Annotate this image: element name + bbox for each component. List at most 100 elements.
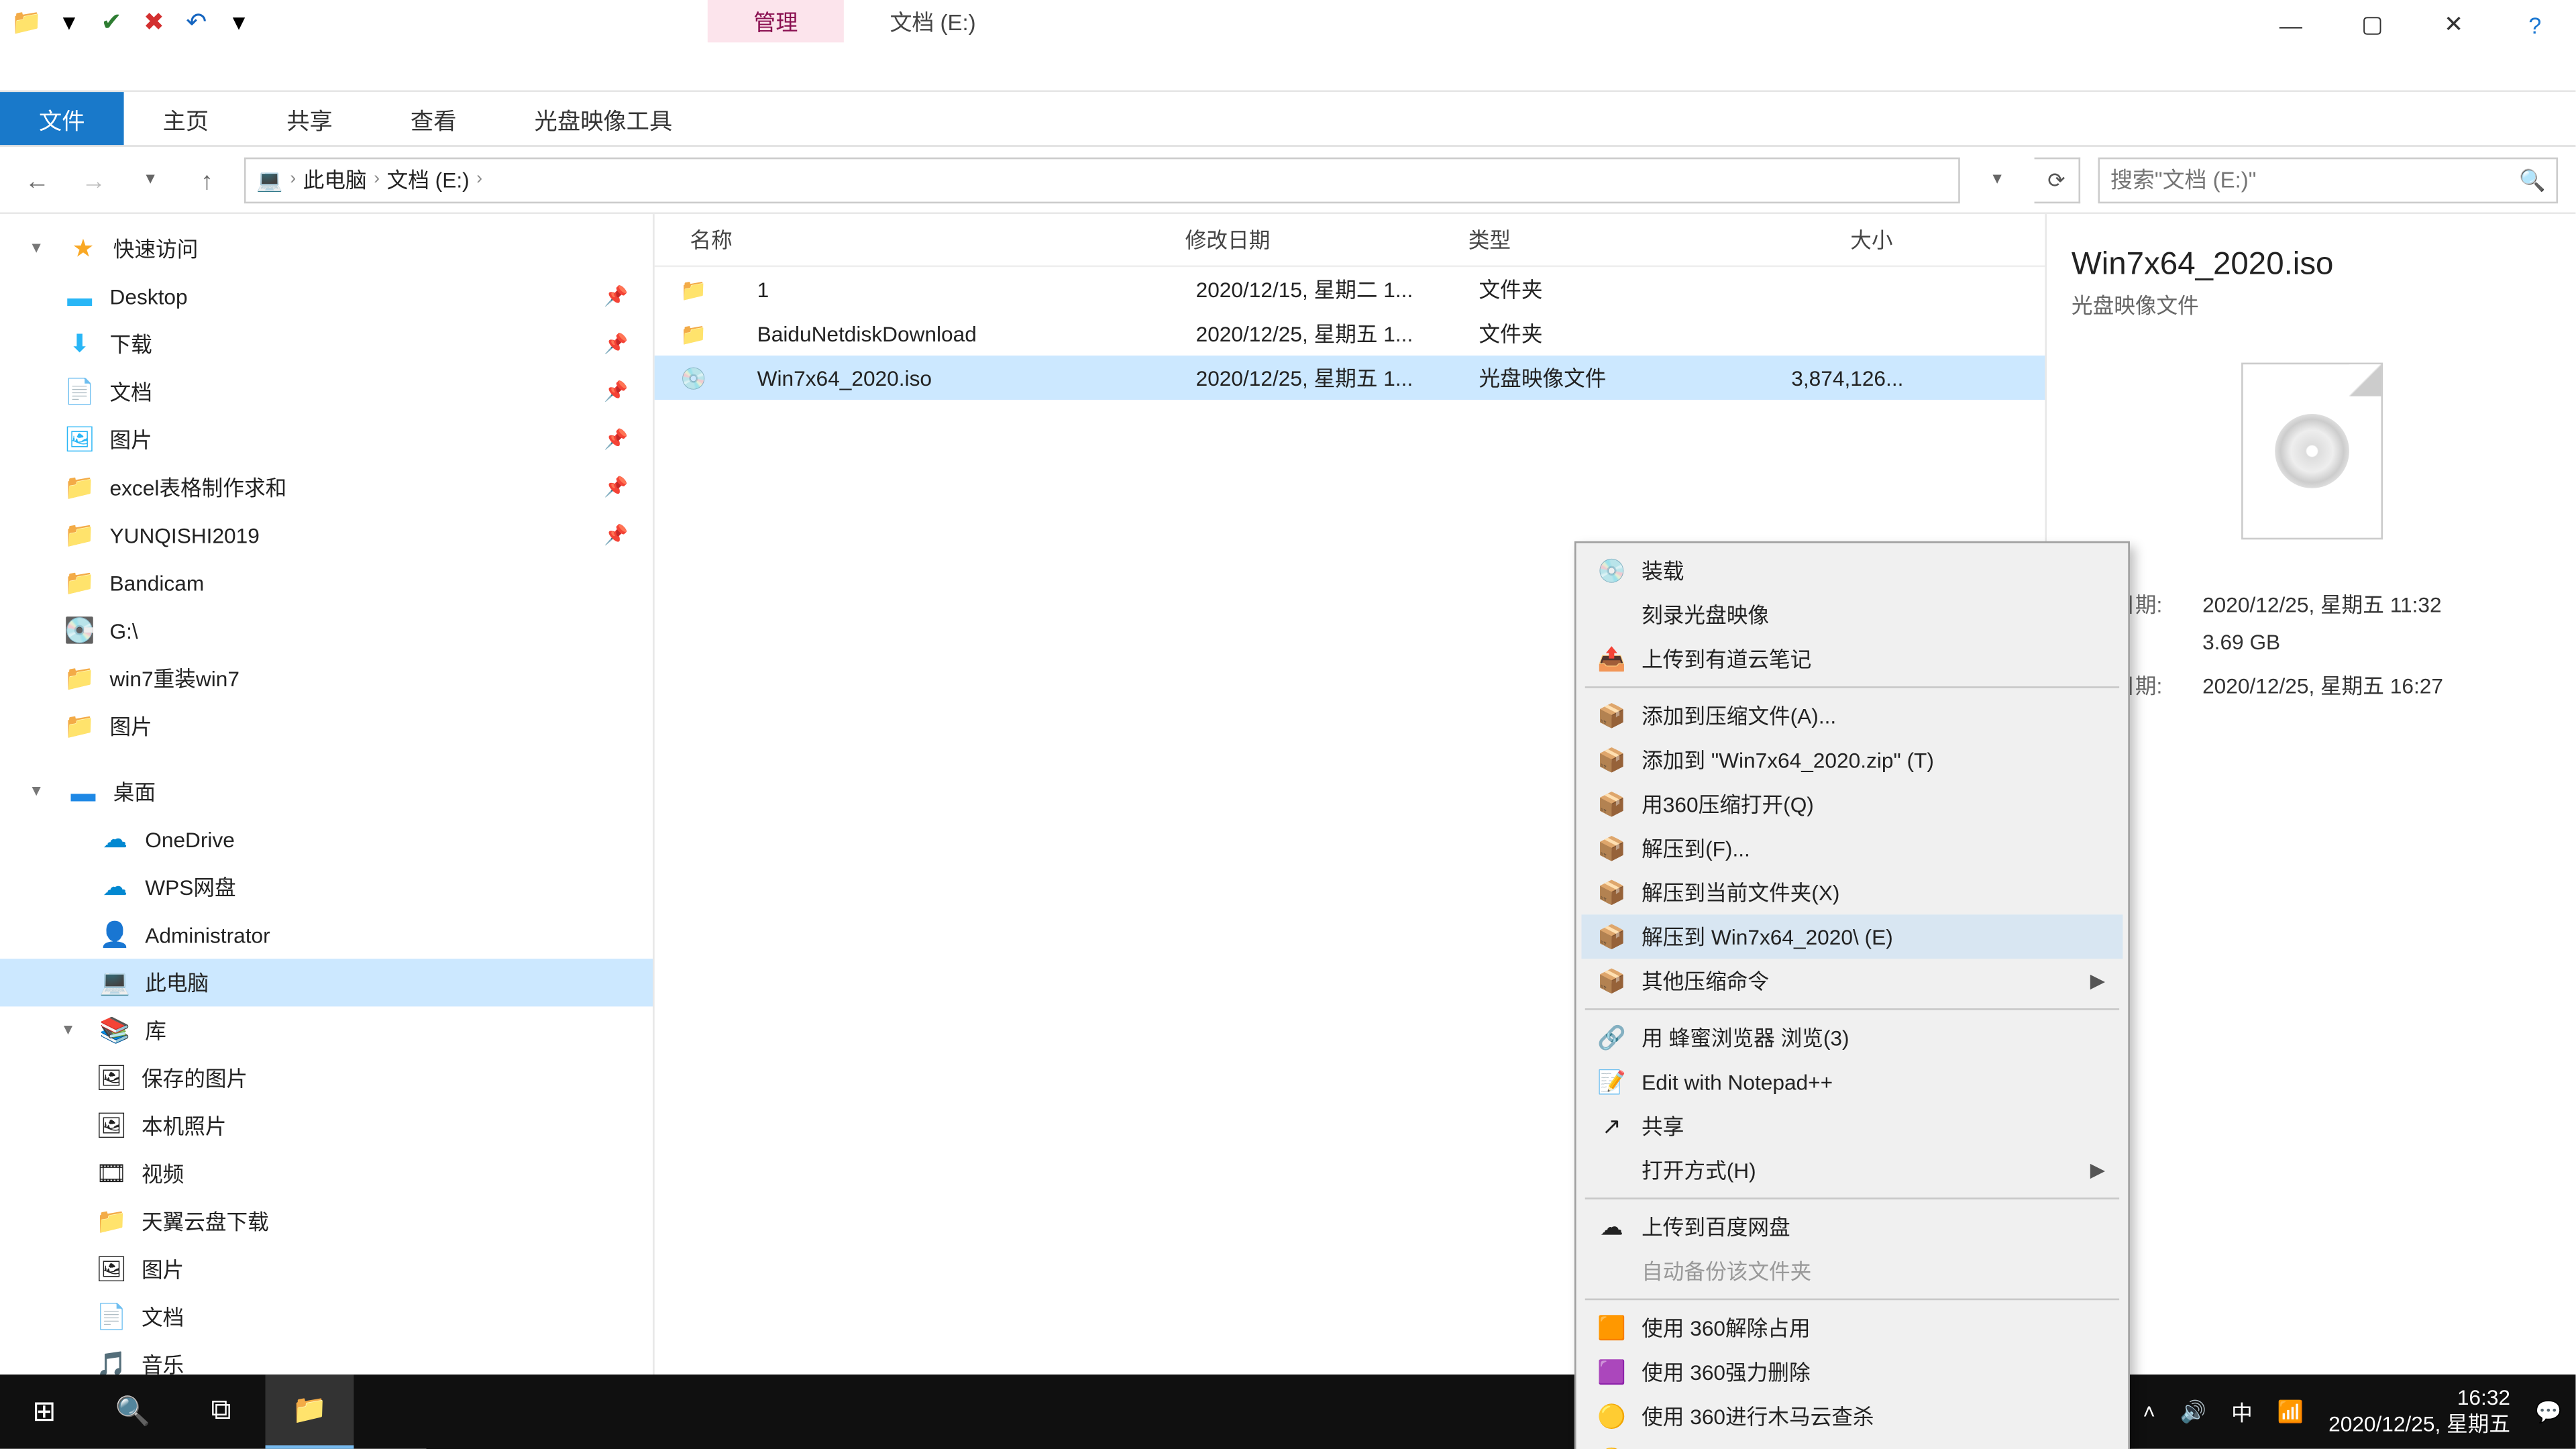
ime-indicator[interactable]: 中 [2231,1397,2253,1427]
ribbon-home[interactable]: 主页 [124,92,248,145]
context-menu-item[interactable]: 🟪使用 360强力删除 [1581,1350,2123,1394]
context-menu-item[interactable]: 🟡使用 360管理右键菜单 [1581,1438,2123,1449]
tree-this-pc[interactable]: 💻此电脑 [0,959,653,1006]
breadcrumb[interactable]: 💻› 此电脑› 文档 (E:)› [244,156,1960,203]
undo-icon[interactable]: ↶ [180,5,212,37]
tree-admin[interactable]: 👤Administrator [0,911,653,959]
context-menu-item[interactable]: 📦解压到 Win7x64_2020\ (E) [1581,914,2123,959]
nav-tree[interactable]: ▾★快速访问 ▬Desktop📌 ⬇下载📌 📄文档📌 🖼图片📌 📁excel表格… [0,214,655,1399]
tree-lib-pictures[interactable]: 🖼图片 [0,1245,653,1293]
qat-arrow-icon[interactable]: ▾ [53,5,85,37]
help-icon[interactable]: ? [2494,0,2575,50]
menu-item-label: 解压到(F)... [1642,833,1750,863]
file-row[interactable]: 📁 BaiduNetdiskDownload 2020/12/25, 星期五 1… [655,311,2045,356]
file-row[interactable]: 📁 1 2020/12/15, 星期二 1... 文件夹 [655,267,2045,311]
file-date: 2020/12/25, 星期五 1... [1196,319,1479,349]
tree-yunqishi[interactable]: 📁YUNQISHI2019📌 [0,511,653,559]
context-menu-item[interactable]: 💿装载 [1581,548,2123,592]
context-menu-item[interactable]: 📦用360压缩打开(Q) [1581,782,2123,826]
task-view-button[interactable]: ⧉ [177,1375,266,1449]
tree-gdrive[interactable]: 💽G:\ [0,606,653,654]
context-menu-item[interactable]: 刻录光盘映像 [1581,592,2123,637]
close-red-icon[interactable]: ✖ [138,5,170,37]
context-menu-item[interactable]: ☁上传到百度网盘 [1581,1205,2123,1249]
refresh-button[interactable]: ⟳ [2035,156,2081,203]
qat-more-icon[interactable]: ▾ [223,5,254,37]
context-menu-item[interactable]: 打开方式(H)▶ [1581,1148,2123,1192]
tree-pictures[interactable]: 🖼图片📌 [0,416,653,464]
tree-desktop[interactable]: ▬Desktop📌 [0,272,653,320]
context-menu[interactable]: 💿装载刻录光盘映像📤上传到有道云笔记 📦添加到压缩文件(A)...📦添加到 "Wi… [1574,541,2130,1449]
back-button[interactable]: ← [17,160,56,199]
tree-tianyi[interactable]: 📁天翼云盘下载 [0,1197,653,1245]
tree-onedrive[interactable]: ☁OneDrive [0,816,653,863]
forward-button[interactable]: → [74,160,113,199]
taskbar[interactable]: ⊞ 🔍 ⧉ 📁 ˄ 🔊 中 📶 16:322020/12/25, 星期五 💬 [0,1375,2575,1449]
tree-videos[interactable]: 🎞视频 [0,1150,653,1197]
tree-saved-pictures[interactable]: 🖼保存的图片 [0,1055,653,1102]
tree-desktop-root[interactable]: ▾▬桌面 [0,767,653,815]
col-name[interactable]: 名称 [655,225,1185,255]
tree-quick-access[interactable]: ▾★快速访问 [0,225,653,272]
breadcrumb-drive[interactable]: 文档 (E:) [387,164,470,195]
search-icon[interactable]: 🔍 [2519,167,2545,192]
check-icon[interactable]: ✔ [95,5,127,37]
tree-win7[interactable]: 📁win7重装win7 [0,655,653,702]
path-dropdown-icon[interactable]: ▾ [1978,160,2017,199]
context-menu-item: 自动备份该文件夹 [1581,1249,2123,1293]
context-menu-item[interactable]: ↗共享 [1581,1104,2123,1148]
search-input[interactable] [2110,167,2519,192]
tree-wps[interactable]: ☁WPS网盘 [0,863,653,911]
col-type[interactable]: 类型 [1468,225,1716,255]
close-button[interactable]: ✕ [2413,0,2494,50]
explorer-taskbar-icon[interactable]: 📁 [266,1375,354,1449]
menu-item-label: 添加到压缩文件(A)... [1642,700,1836,731]
tree-local-pictures[interactable]: 🖼本机照片 [0,1102,653,1150]
taskbar-clock[interactable]: 16:322020/12/25, 星期五 [2328,1385,2510,1438]
volume-icon[interactable]: 🔊 [2180,1399,2206,1424]
maximize-button[interactable]: ▢ [2332,0,2413,50]
menu-item-label: 共享 [1642,1111,1684,1141]
context-menu-item[interactable]: 📤上传到有道云笔记 [1581,637,2123,681]
menu-item-icon: 🟡 [1596,1402,1627,1430]
tree-libraries[interactable]: ▾📚库 [0,1006,653,1054]
file-list[interactable]: 名称 修改日期 类型 大小 📁 1 2020/12/15, 星期二 1... 文… [655,214,2045,1399]
tree-downloads[interactable]: ⬇下载📌 [0,320,653,368]
context-menu-item[interactable]: 📦解压到当前文件夹(X) [1581,870,2123,914]
start-button[interactable]: ⊞ [0,1375,89,1449]
tree-excel[interactable]: 📁excel表格制作求和📌 [0,464,653,511]
minimize-button[interactable]: — [2250,0,2331,50]
contextual-tab-manage[interactable]: 管理 [708,0,844,42]
ribbon-share[interactable]: 共享 [248,92,372,145]
context-menu-item[interactable]: 📦其他压缩命令▶ [1581,959,2123,1003]
context-menu-item[interactable]: 🟡使用 360进行木马云查杀 [1581,1394,2123,1438]
context-menu-item[interactable]: 🟧使用 360解除占用 [1581,1305,2123,1350]
file-name: 1 [722,277,1196,302]
up-button[interactable]: ↑ [188,160,227,199]
network-icon[interactable]: 📶 [2277,1399,2304,1424]
ribbon-file[interactable]: 文件 [0,92,124,145]
search-box[interactable]: 🔍 [2098,156,2558,203]
recent-dropdown[interactable]: ▾ [131,160,170,199]
system-tray[interactable]: ˄ 🔊 中 📶 16:322020/12/25, 星期五 💬 [2143,1385,2575,1438]
context-menu-item[interactable]: 📦添加到压缩文件(A)... [1581,694,2123,738]
tree-bandicam[interactable]: 📁Bandicam [0,559,653,606]
tree-documents[interactable]: 📄文档📌 [0,368,653,415]
tree-lib-documents[interactable]: 📄文档 [0,1293,653,1341]
search-button[interactable]: 🔍 [89,1375,177,1449]
context-menu-item[interactable]: 🔗用 蜂蜜浏览器 浏览(3) [1581,1016,2123,1060]
breadcrumb-pc[interactable]: 此电脑 [303,164,367,195]
col-date[interactable]: 修改日期 [1185,225,1468,255]
column-headers[interactable]: 名称 修改日期 类型 大小 [655,214,2045,267]
col-size[interactable]: 大小 [1716,225,1928,255]
tray-chevron-icon[interactable]: ˄ [2143,1399,2155,1424]
context-menu-item[interactable]: 📦添加到 "Win7x64_2020.zip" (T) [1581,738,2123,782]
ribbon-view[interactable]: 查看 [372,92,496,145]
tree-pictures2[interactable]: 📁图片 [0,702,653,750]
context-menu-item[interactable]: 📝Edit with Notepad++ [1581,1060,2123,1104]
context-menu-item[interactable]: 📦解压到(F)... [1581,826,2123,870]
file-row[interactable]: 💿 Win7x64_2020.iso 2020/12/25, 星期五 1... … [655,356,2045,400]
action-center-icon[interactable]: 💬 [2535,1399,2561,1424]
ribbon-disc-tools[interactable]: 光盘映像工具 [496,92,712,145]
menu-item-label: 自动备份该文件夹 [1642,1256,1811,1286]
